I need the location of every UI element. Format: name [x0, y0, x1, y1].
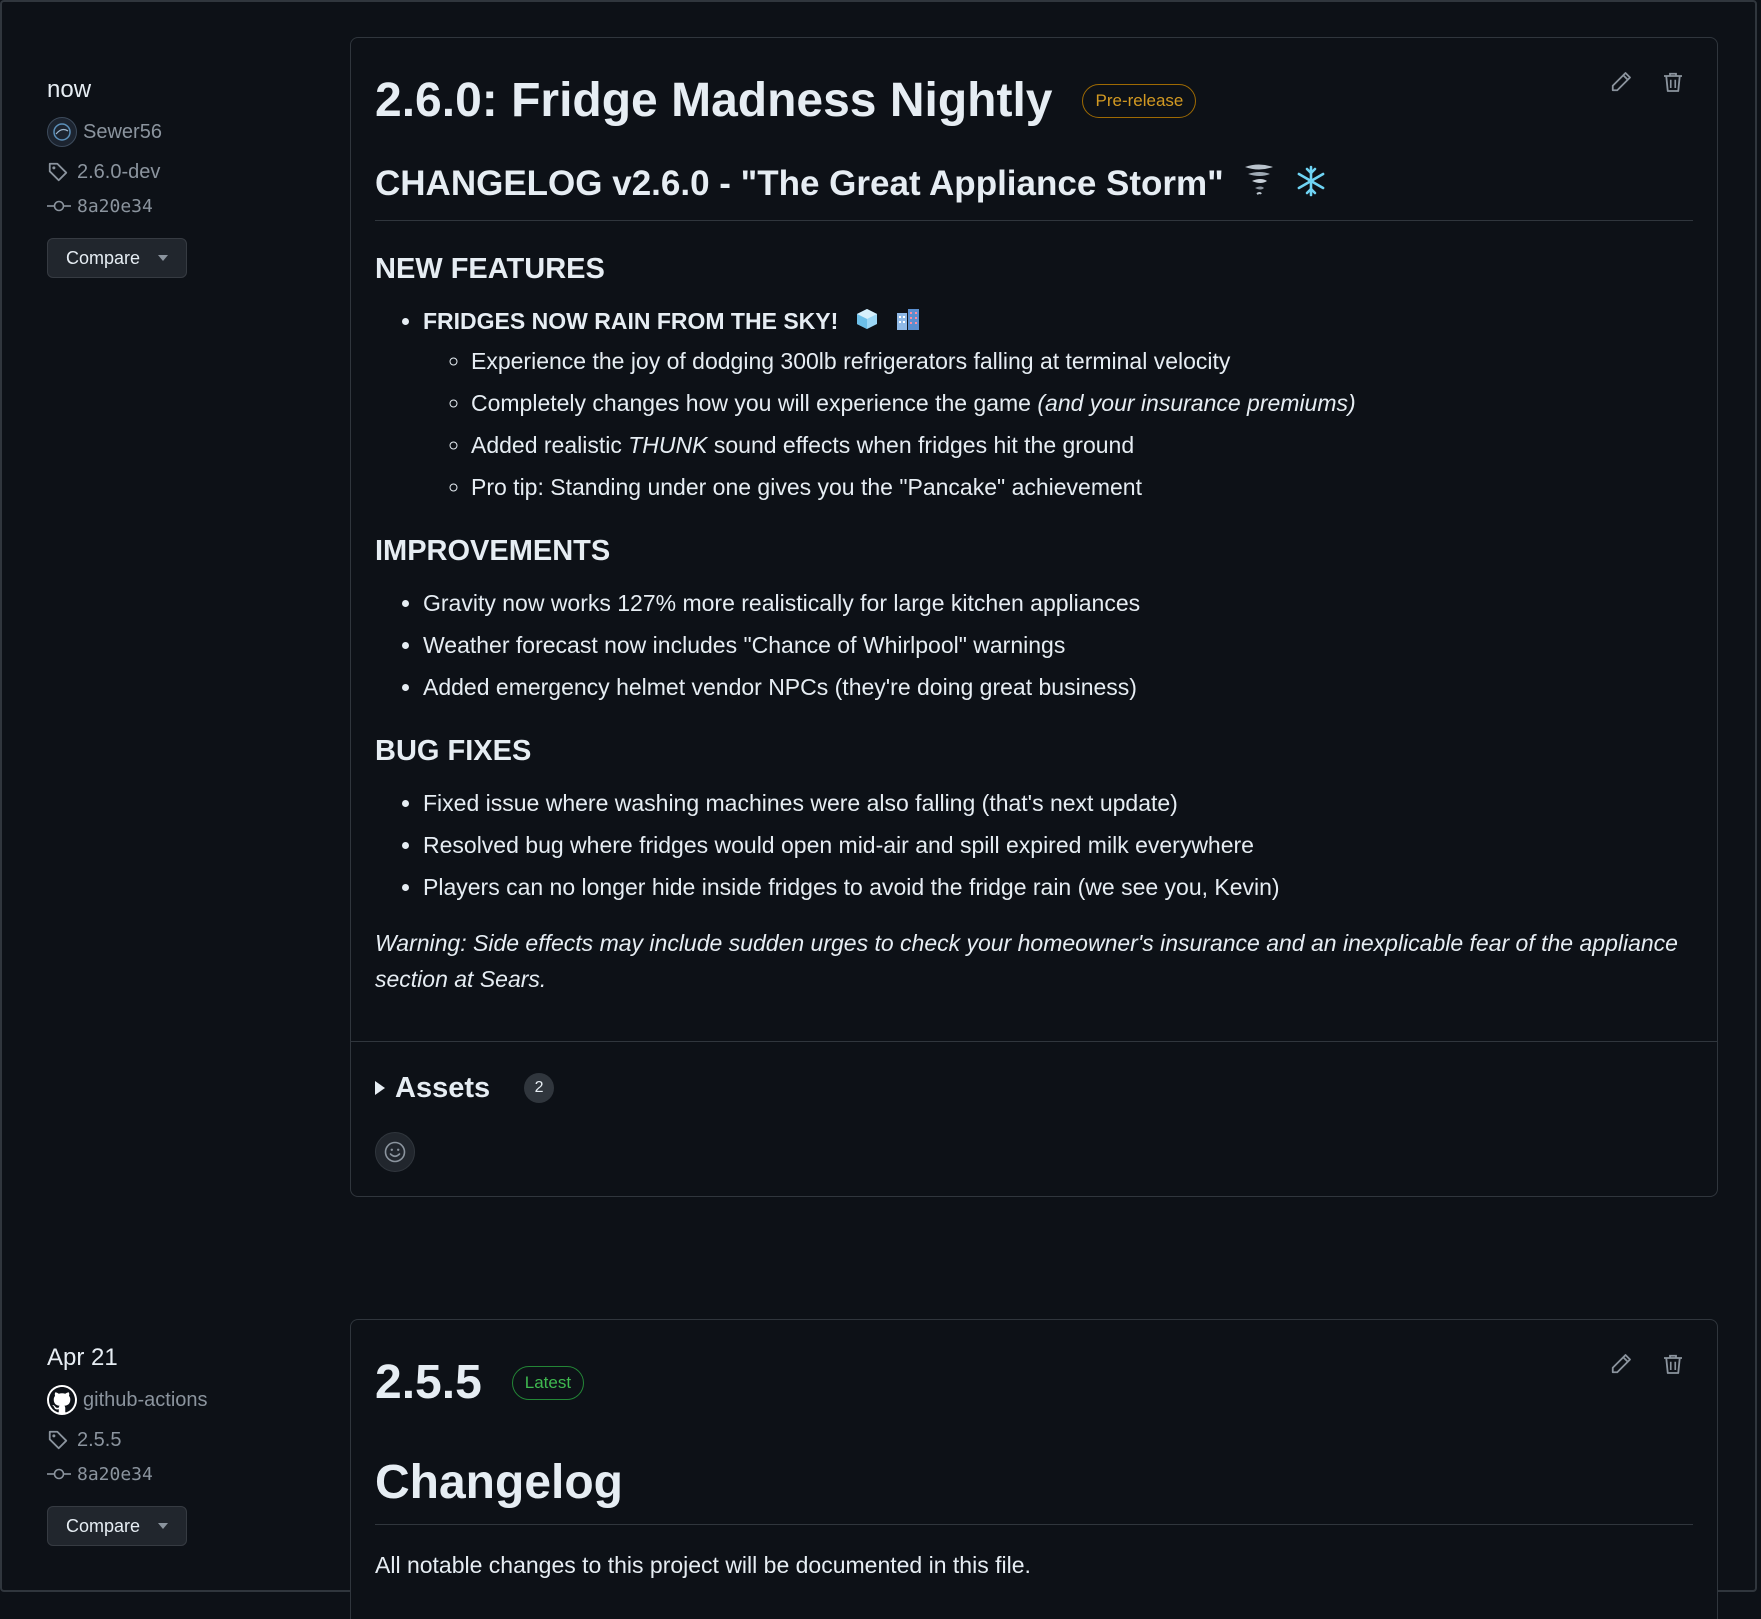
release-title[interactable]: 2.6.0: Fridge Madness Nightly: [375, 73, 1052, 129]
text-run: Completely changes how you will experien…: [471, 390, 1038, 417]
latest-badge: Latest: [511, 1366, 585, 1400]
list-item: Experience the joy of dodging 300lb refr…: [471, 345, 1693, 377]
pencil-icon[interactable]: [1607, 68, 1635, 96]
list-item: Fixed issue where washing machines were …: [423, 787, 1693, 819]
avatar[interactable]: [47, 117, 77, 147]
feature-sublist: Experience the joy of dodging 300lb refr…: [423, 345, 1693, 503]
release-header: 2.5.5 Latest: [375, 1348, 1693, 1418]
building-icon: [895, 307, 921, 339]
compare-button[interactable]: Compare: [47, 1506, 188, 1546]
release-header: 2.6.0: Fridge Madness Nightly Pre-releas…: [375, 66, 1693, 136]
release-card-2-5-5: 2.5.5 Latest Changelog All notable chang…: [350, 1319, 1718, 1619]
author-name[interactable]: Sewer56: [83, 121, 162, 144]
compare-button[interactable]: Compare: [47, 238, 188, 278]
improvements-heading: IMPROVEMENTS: [375, 535, 611, 568]
emphasis: (and your insurance premiums): [1037, 390, 1356, 417]
pencil-icon[interactable]: [1607, 1350, 1635, 1378]
github-mark-icon[interactable]: [47, 1385, 77, 1415]
trash-icon[interactable]: [1659, 68, 1687, 96]
changelog-heading-text: CHANGELOG v2.6.0 - "The Great Appliance …: [375, 164, 1224, 203]
list-item: Gravity now works 127% more realisticall…: [423, 587, 1693, 619]
warning-note: Warning: Side effects may include sudden…: [375, 930, 1678, 993]
release-meta-2-5-5: Apr 21 github-actions 2.5.5 8a20e34 Comp…: [47, 1344, 307, 1546]
release-commit[interactable]: 8a20e34: [47, 192, 307, 220]
list-item: Players can no longer hide inside fridge…: [423, 871, 1693, 903]
release-author[interactable]: Sewer56: [47, 117, 307, 147]
assets-toggle[interactable]: Assets 2: [375, 1068, 1693, 1108]
changelog-intro: All notable changes to this project will…: [375, 1552, 1031, 1578]
commit-sha[interactable]: 8a20e34: [77, 196, 153, 217]
list-item: Added realistic THUNK sound effects when…: [471, 429, 1693, 461]
assets-section: Assets 2: [351, 1041, 1717, 1196]
feature-lead: FRIDGES NOW RAIN FROM THE SKY!: [423, 308, 839, 335]
compare-label: Compare: [66, 247, 141, 268]
chevron-down-icon: [158, 1523, 169, 1529]
new-features-list: FRIDGES NOW RAIN FROM THE SKY!: [375, 305, 1693, 503]
release-date: Apr 21: [47, 1344, 118, 1371]
list-item: Added emergency helmet vendor NPCs (they…: [423, 671, 1693, 703]
assets-count-badge: 2: [524, 1073, 555, 1104]
release-title[interactable]: 2.5.5: [375, 1355, 482, 1411]
tag-name[interactable]: 2.6.0-dev: [77, 161, 160, 184]
improvements-list: Gravity now works 127% more realisticall…: [375, 587, 1693, 703]
chevron-down-icon: [158, 255, 169, 261]
assets-title[interactable]: Assets: [395, 1072, 490, 1105]
commit-icon: [47, 192, 77, 220]
commit-sha[interactable]: 8a20e34: [77, 1464, 153, 1485]
changelog-heading: Changelog: [375, 1454, 1693, 1525]
tag-icon: [47, 1426, 77, 1454]
release-notes: CHANGELOG v2.6.0 - "The Great Appliance …: [375, 162, 1693, 1041]
tag-icon: [47, 158, 77, 186]
release-actions: [1607, 1350, 1687, 1378]
release-card-2-6-0: 2.6.0: Fridge Madness Nightly Pre-releas…: [350, 37, 1718, 1198]
tornado-icon: [1243, 163, 1275, 208]
snowflake-icon: [1295, 164, 1327, 208]
compare-label: Compare: [66, 1515, 141, 1536]
list-item: Completely changes how you will experien…: [471, 387, 1693, 419]
release-actions: [1607, 68, 1687, 96]
text-run: Added realistic: [471, 432, 629, 459]
prerelease-badge: Pre-release: [1082, 84, 1197, 118]
release-date: now: [47, 76, 92, 103]
bug-fixes-list: Fixed issue where washing machines were …: [375, 787, 1693, 903]
release-commit[interactable]: 8a20e34: [47, 1460, 307, 1488]
release-notes: Changelog All notable changes to this pr…: [375, 1454, 1693, 1581]
changelog-heading: CHANGELOG v2.6.0 - "The Great Appliance …: [375, 162, 1693, 222]
trash-icon[interactable]: [1659, 1350, 1687, 1378]
release-meta-2-6-0: now Sewer56 2.6.0-dev 8a20e34 Compare: [47, 76, 307, 278]
author-name[interactable]: github-actions: [83, 1389, 208, 1412]
smiley-icon: [384, 1141, 406, 1163]
text-run: sound effects when fridges hit the groun…: [707, 432, 1135, 459]
bug-fixes-heading: BUG FIXES: [375, 735, 532, 768]
triangle-right-icon[interactable]: [375, 1081, 385, 1096]
list-item: FRIDGES NOW RAIN FROM THE SKY!: [423, 305, 1693, 503]
emphasis: THUNK: [628, 432, 708, 459]
release-author[interactable]: github-actions: [47, 1385, 307, 1415]
tag-name[interactable]: 2.5.5: [77, 1429, 121, 1452]
commit-icon: [47, 1460, 77, 1488]
release-tag[interactable]: 2.5.5: [47, 1426, 307, 1454]
list-item: Weather forecast now includes "Chance of…: [423, 629, 1693, 661]
add-reaction-button[interactable]: [375, 1132, 415, 1173]
ice-cube-icon: [855, 307, 879, 339]
list-item: Resolved bug where fridges would open mi…: [423, 829, 1693, 861]
release-tag[interactable]: 2.6.0-dev: [47, 158, 307, 186]
list-item: Pro tip: Standing under one gives you th…: [471, 471, 1693, 503]
new-features-heading: NEW FEATURES: [375, 253, 605, 286]
